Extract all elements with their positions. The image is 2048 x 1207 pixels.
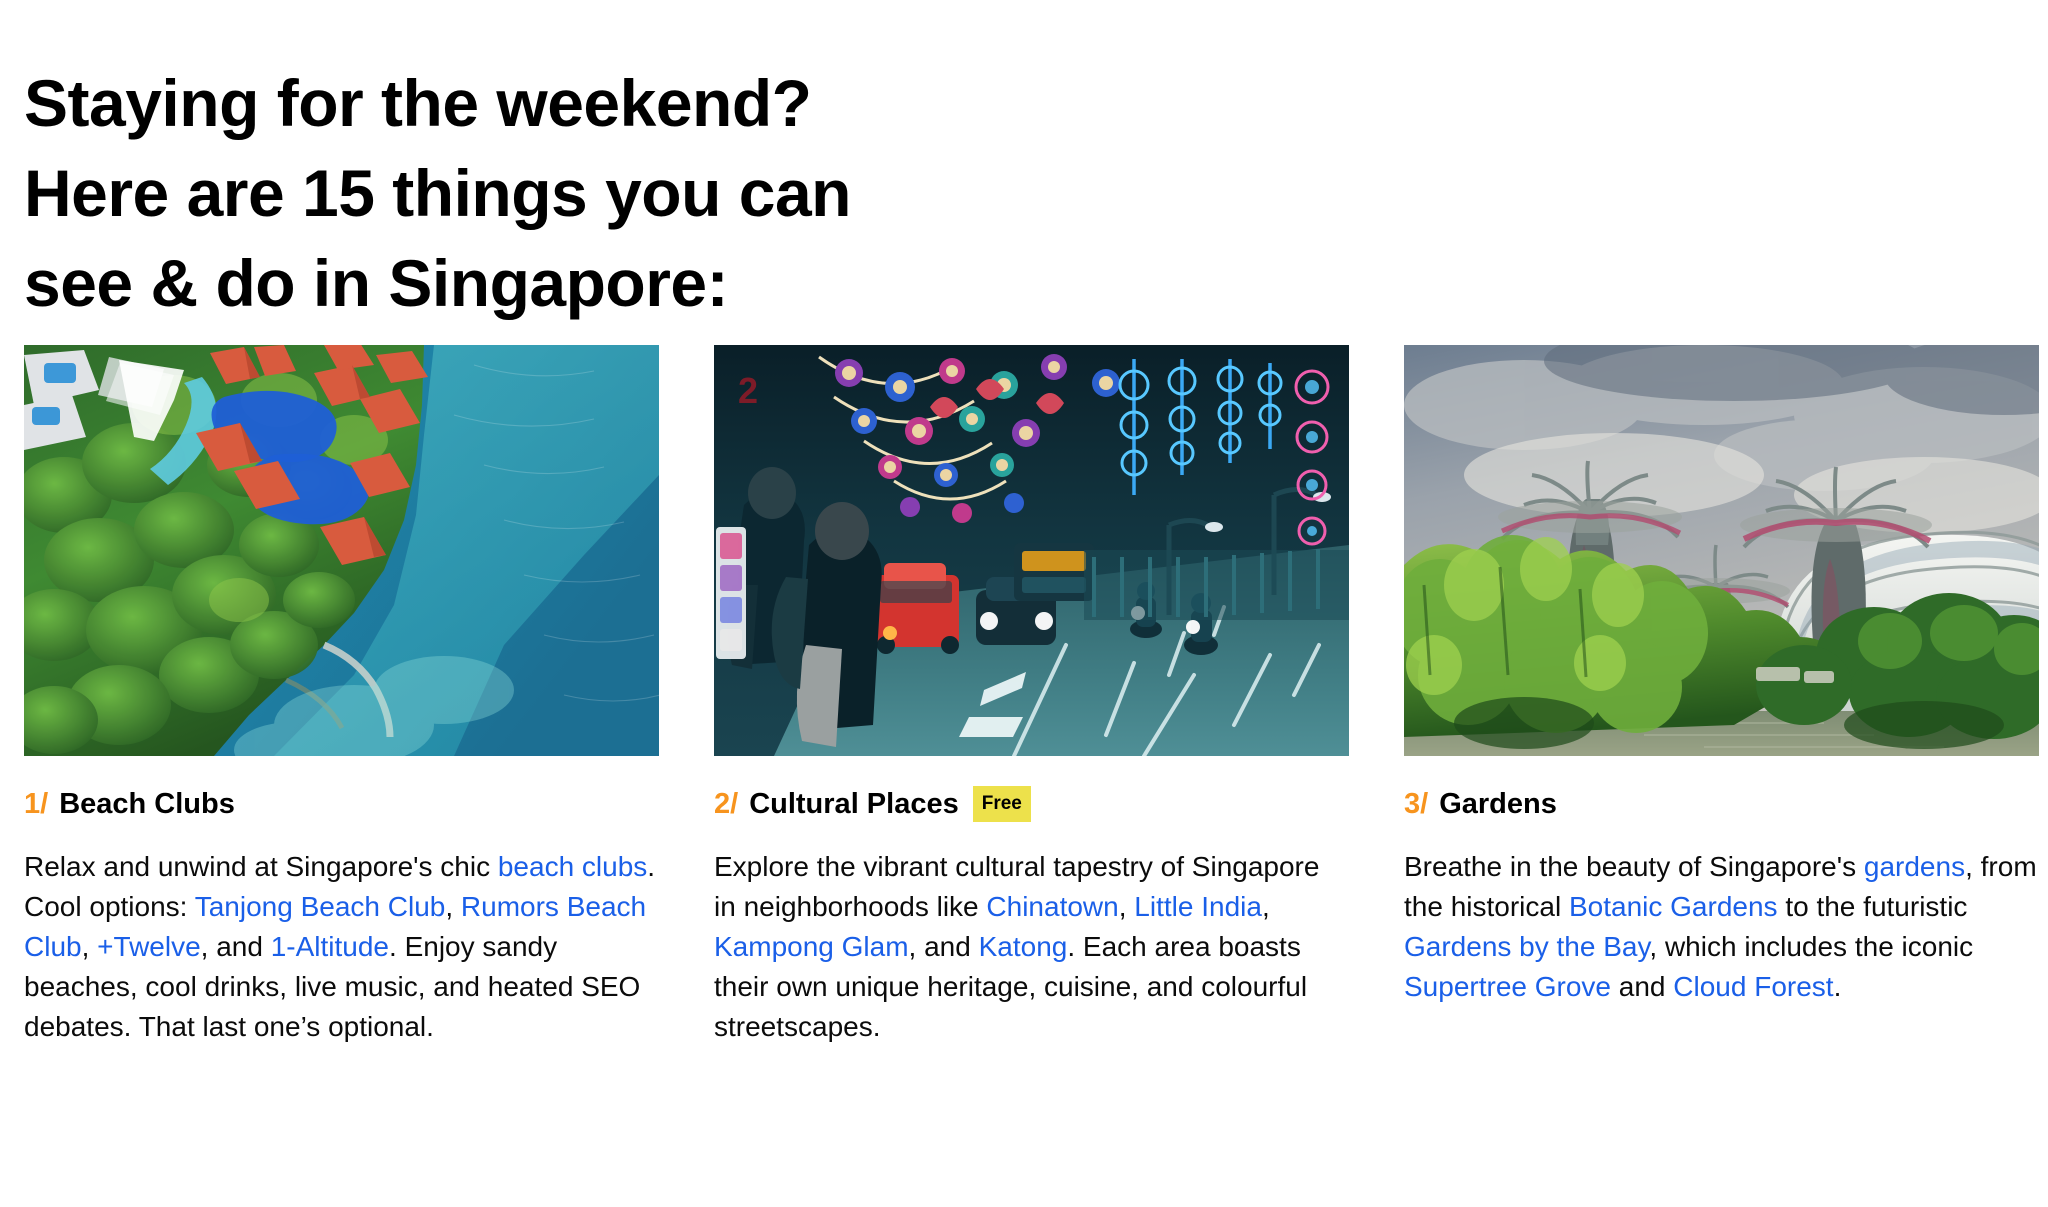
body-text: , and <box>200 931 271 962</box>
card-number: 3/ <box>1404 788 1429 820</box>
body-link[interactable]: Katong <box>979 931 1068 962</box>
page-title: Staying for the weekend? Here are 15 thi… <box>24 66 852 321</box>
card-title-gardens: 3/ Gardens <box>1404 785 2039 823</box>
body-text: Relax and unwind at Singapore's chic <box>24 851 498 882</box>
card-title-beach-clubs: 1/ Beach Clubs <box>24 785 659 823</box>
body-link[interactable]: Supertree Grove <box>1404 971 1611 1002</box>
card-image-cultural-places: 2 <box>714 345 1349 756</box>
body-text: , <box>445 891 461 922</box>
body-text: , which includes the iconic <box>1649 931 1974 962</box>
body-text: , and <box>908 931 979 962</box>
body-text: Breathe in the beauty of Singapore's <box>1404 851 1864 882</box>
card-body-cultural-places: Explore the vibrant cultural tapestry of… <box>714 847 1349 1047</box>
body-link[interactable]: Botanic Gardens <box>1569 891 1778 922</box>
body-text: and <box>1611 971 1674 1002</box>
card-number: 2/ <box>714 788 739 820</box>
body-link[interactable]: Kampong Glam <box>714 931 909 962</box>
body-link[interactable]: Gardens by the Bay <box>1404 931 1649 962</box>
body-text: , <box>1261 891 1270 922</box>
article-page: Staying for the weekend? Here are 15 thi… <box>0 0 2048 1207</box>
body-text: . <box>1833 971 1842 1002</box>
card-title-cultural-places: 2/ Cultural Places Free <box>714 785 1349 823</box>
body-link[interactable]: beach clubs <box>498 851 647 882</box>
body-link[interactable]: Little India <box>1134 891 1262 922</box>
body-link[interactable]: gardens <box>1864 851 1965 882</box>
card-body-gardens: Breathe in the beauty of Singapore's gar… <box>1404 847 2039 1007</box>
body-text: , <box>81 931 98 962</box>
status-badge-free: Free <box>972 786 1031 822</box>
card-title-text: Cultural Places <box>749 788 959 820</box>
svg-text:2: 2 <box>738 370 758 411</box>
card-image-beach-clubs <box>24 345 659 756</box>
card-image-gardens <box>1404 345 2039 756</box>
body-link[interactable]: 1-Altitude <box>271 931 389 962</box>
body-link[interactable]: Chinatown <box>986 891 1118 922</box>
body-text: , <box>1118 891 1135 922</box>
body-link[interactable]: Tanjong Beach Club <box>195 891 446 922</box>
card-beach-clubs: 1/ Beach Clubs Relax and unwind at Singa… <box>24 345 659 1075</box>
body-link[interactable]: Cloud Forest <box>1673 971 1833 1002</box>
card-body-beach-clubs: Relax and unwind at Singapore's chic bea… <box>24 847 659 1047</box>
card-gardens: 3/ Gardens Breathe in the beauty of Sing… <box>1404 345 2039 1075</box>
card-cultural-places: 2 2/ Cultural Places Free Explore the vi… <box>714 345 1349 1075</box>
card-grid: 1/ Beach Clubs Relax and unwind at Singa… <box>24 345 2039 1075</box>
card-title-text: Beach Clubs <box>59 788 235 820</box>
body-text: to the futuristic <box>1777 891 1968 922</box>
card-title-text: Gardens <box>1439 788 1557 820</box>
body-link[interactable]: +Twelve <box>97 931 201 962</box>
card-number: 1/ <box>24 788 49 820</box>
